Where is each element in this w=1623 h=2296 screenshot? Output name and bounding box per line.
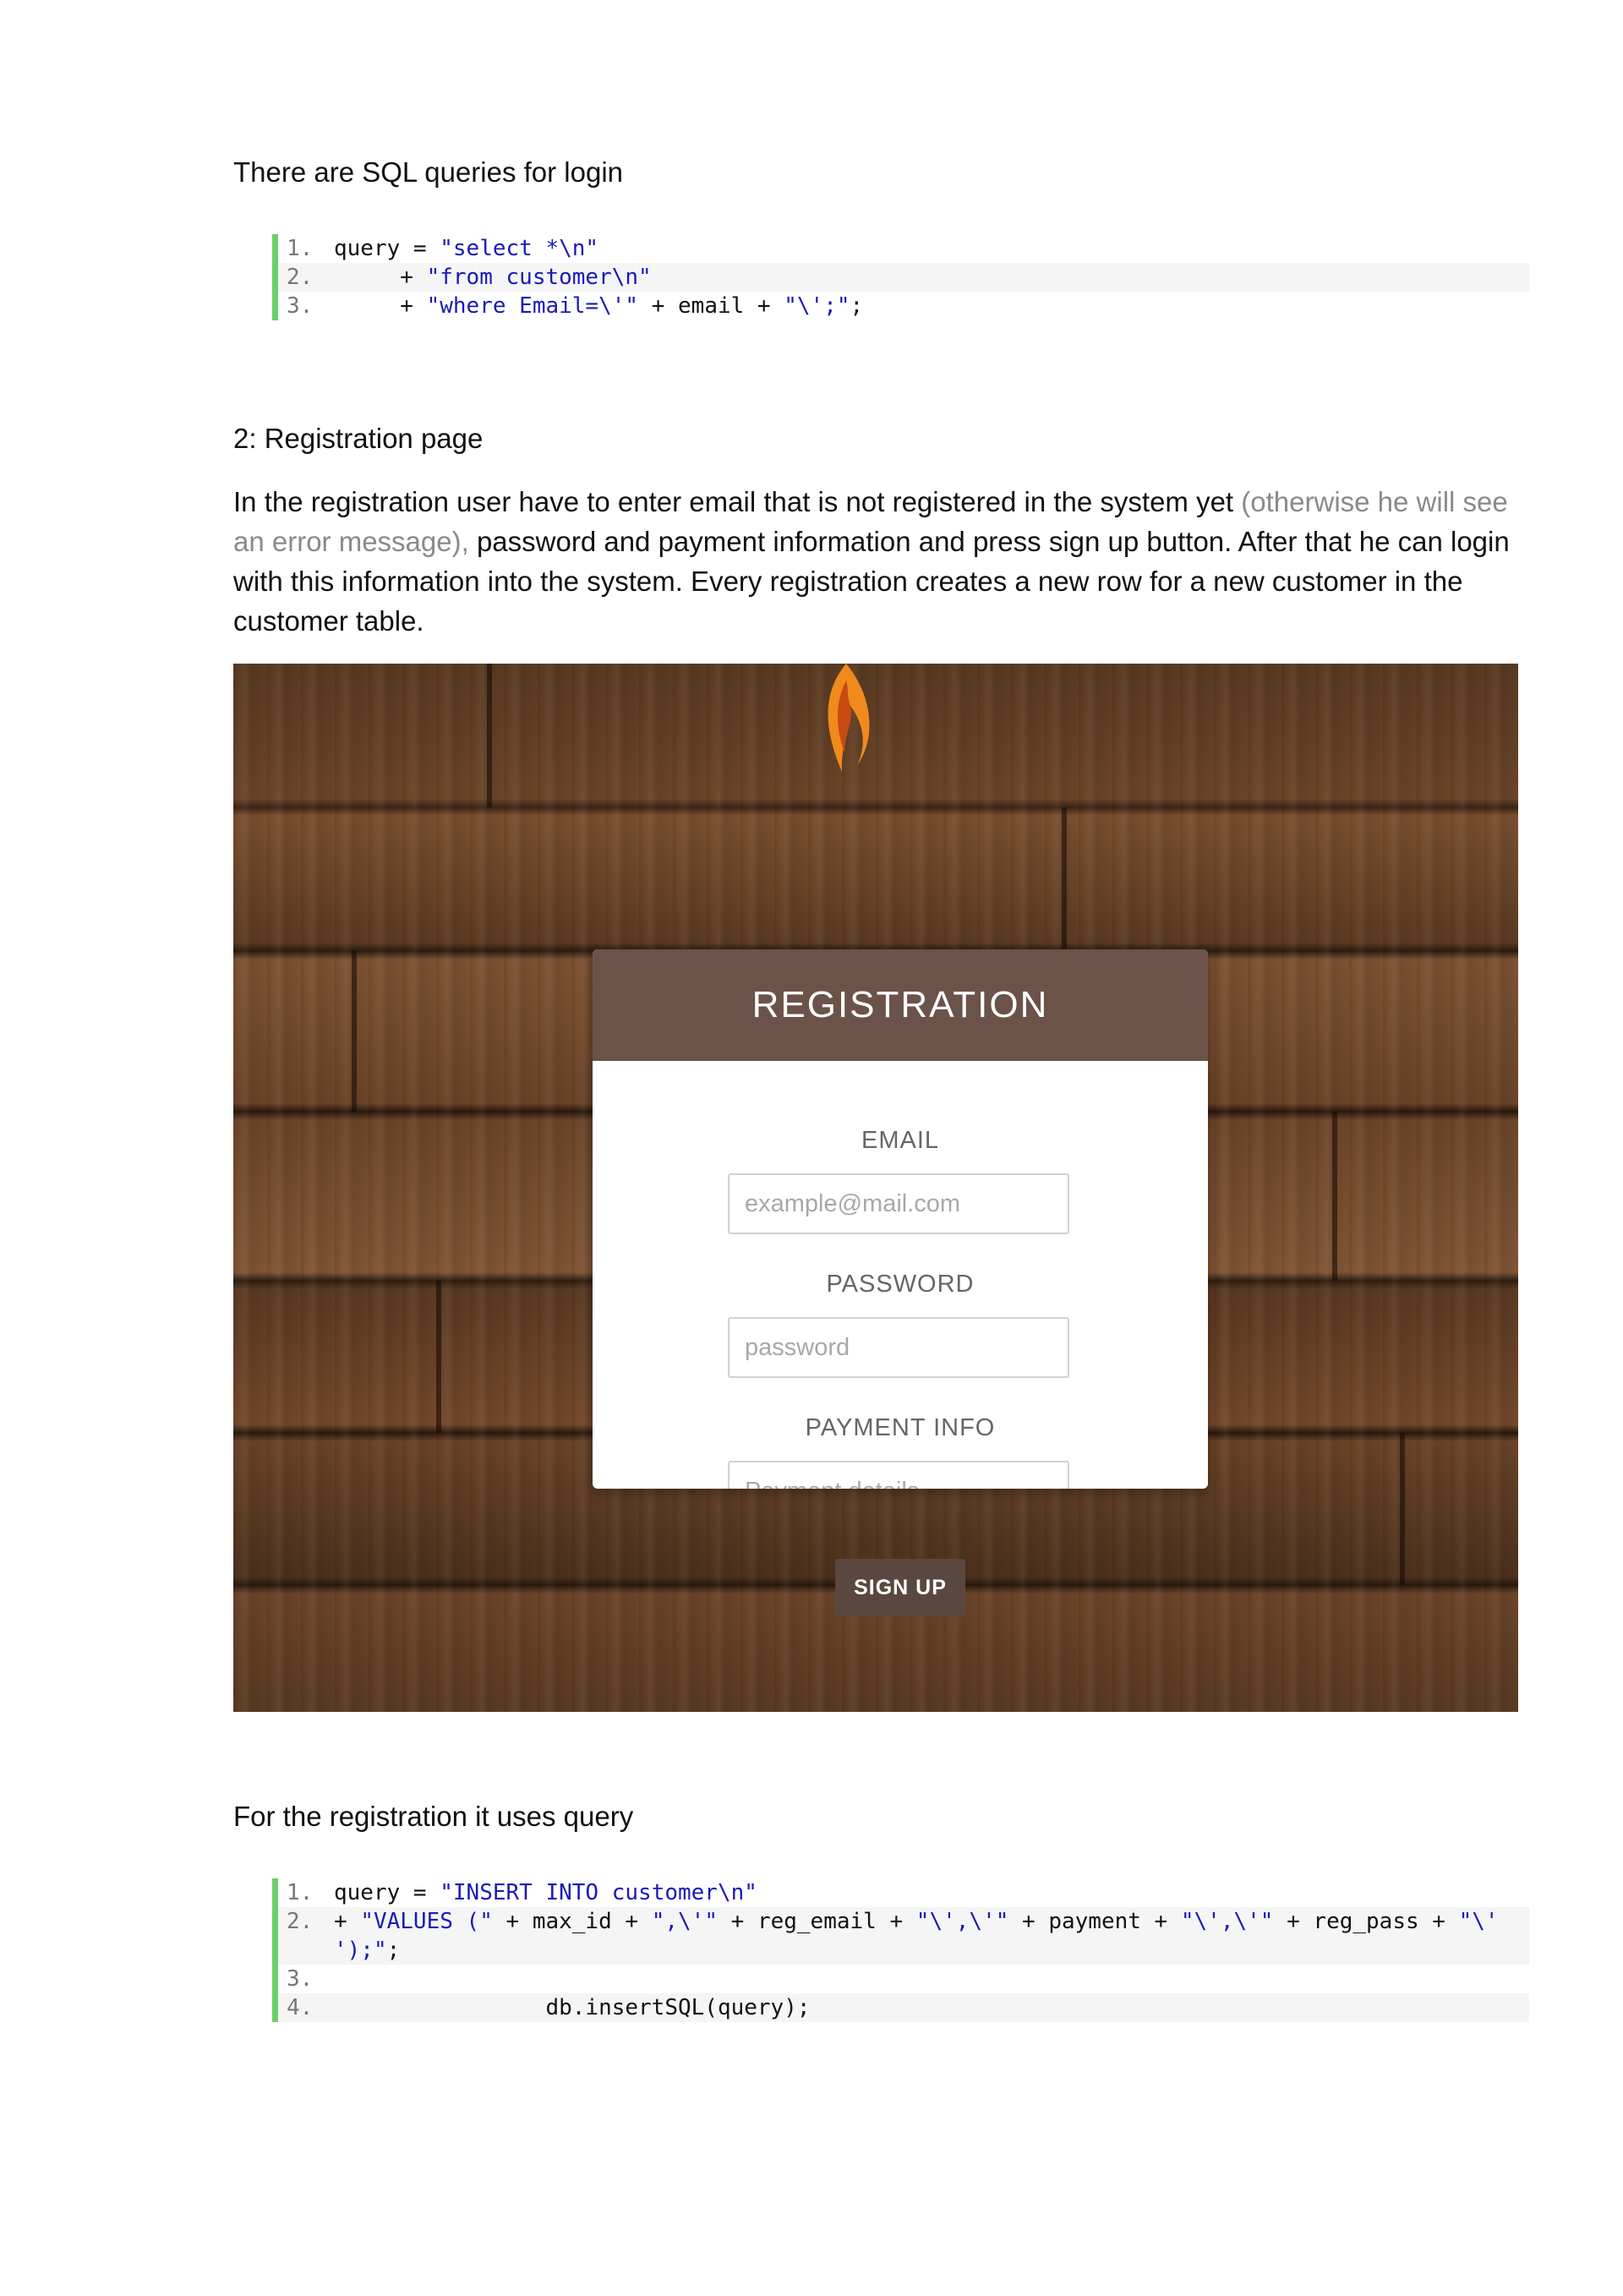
flame-logo-icon <box>828 664 870 772</box>
line-number: 3. <box>287 1966 314 1992</box>
code-text: + "where Email=\'" + email + "\';"; <box>334 292 1529 320</box>
code-token: + email + <box>638 293 784 319</box>
email-input[interactable] <box>728 1173 1069 1234</box>
code-string: "\',\'" <box>1180 1909 1274 1934</box>
wood-seam <box>487 664 492 807</box>
code-line: 3. <box>278 1965 1529 1993</box>
line-number: 2. <box>287 265 314 290</box>
code-token: + max_id + <box>492 1909 652 1934</box>
code-line: 1. query = "INSERT INTO customer\n" <box>278 1878 1529 1907</box>
registration-code-block: 1. query = "INSERT INTO customer\n" 2. + "V… <box>272 1878 1529 2022</box>
code-token: query = <box>334 1880 440 1905</box>
code-token: + reg_pass + <box>1273 1909 1459 1934</box>
payment-label: PAYMENT INFO <box>805 1414 996 1441</box>
code-text: query = "select *\n" <box>334 234 1529 263</box>
wood-seam <box>1400 1433 1405 1585</box>
code-text: + "from customer\n" <box>334 263 1529 292</box>
code-token: ; <box>850 293 864 319</box>
email-label: EMAIL <box>861 1127 940 1154</box>
code-line: 2. + "VALUES (" + max_id + ",\'" + reg_em… <box>278 1907 1529 1965</box>
wood-seam <box>352 951 357 1112</box>
code-string: "select *\n" <box>440 236 599 261</box>
code-string: "from customer\n" <box>426 265 652 290</box>
code-string: "\' <box>1458 1909 1499 1934</box>
registration-title: REGISTRATION <box>593 949 1208 1061</box>
code-token: query = <box>334 236 440 261</box>
line-number: 1. <box>287 236 314 261</box>
registration-card: REGISTRATION EMAIL PASSWORD PAYMENT INFO <box>593 949 1208 1489</box>
registration-screenshot: REGISTRATION EMAIL PASSWORD PAYMENT INFO… <box>233 664 1518 1712</box>
intro-login-text: There are SQL queries for login <box>233 156 624 188</box>
wood-seam <box>436 1281 441 1433</box>
code-token: + <box>334 265 427 290</box>
code-string: ",\'" <box>651 1909 718 1934</box>
code-string: ');" <box>334 1938 387 1963</box>
payment-input[interactable] <box>728 1461 1069 1489</box>
code-token: ; <box>386 1938 401 1963</box>
code-token: + reg_email + <box>717 1909 916 1934</box>
code-string: "\',\'" <box>915 1909 1009 1934</box>
code-line: 4. db.insertSQL(query); <box>278 1993 1529 2022</box>
login-code-block: 1. query = "select *\n" 2. + "from custome… <box>272 234 1529 320</box>
code-token: + payment + <box>1008 1909 1181 1934</box>
code-string: "where Email=\'" <box>426 293 639 319</box>
code-token: db.insertSQL(query); <box>334 1995 811 2020</box>
code-line: 3. + "where Email=\'" + email + "\';"; <box>278 292 1529 320</box>
registration-paragraph: In the registration user have to enter e… <box>233 482 1518 641</box>
paragraph-text-1: In the registration user have to enter e… <box>233 486 1242 517</box>
section-heading: 2: Registration page <box>233 423 484 454</box>
code-string: "\';" <box>784 293 850 319</box>
code-text: + "VALUES (" + max_id + ",\'" + reg_emai… <box>334 1907 1529 1965</box>
intro-registration-text: For the registration it uses query <box>233 1801 634 1832</box>
line-number: 4. <box>287 1995 314 2020</box>
password-input[interactable] <box>728 1317 1069 1378</box>
code-line: 2. + "from customer\n" <box>278 263 1529 292</box>
sign-up-button[interactable]: SIGN UP <box>835 1559 965 1616</box>
wood-seam <box>1062 807 1067 951</box>
code-token: + <box>334 1909 361 1934</box>
line-number: 2. <box>287 1909 314 1934</box>
code-string: "INSERT INTO customer\n" <box>440 1880 757 1905</box>
code-text: db.insertSQL(query); <box>334 1993 1529 2022</box>
line-number: 1. <box>287 1880 314 1905</box>
code-line: 1. query = "select *\n" <box>278 234 1529 263</box>
line-number: 3. <box>287 293 314 319</box>
code-string: "VALUES (" <box>360 1909 493 1934</box>
password-label: PASSWORD <box>826 1271 975 1298</box>
code-text: query = "INSERT INTO customer\n" <box>334 1878 1529 1907</box>
wood-seam <box>1332 1112 1337 1281</box>
code-token: + <box>334 293 427 319</box>
